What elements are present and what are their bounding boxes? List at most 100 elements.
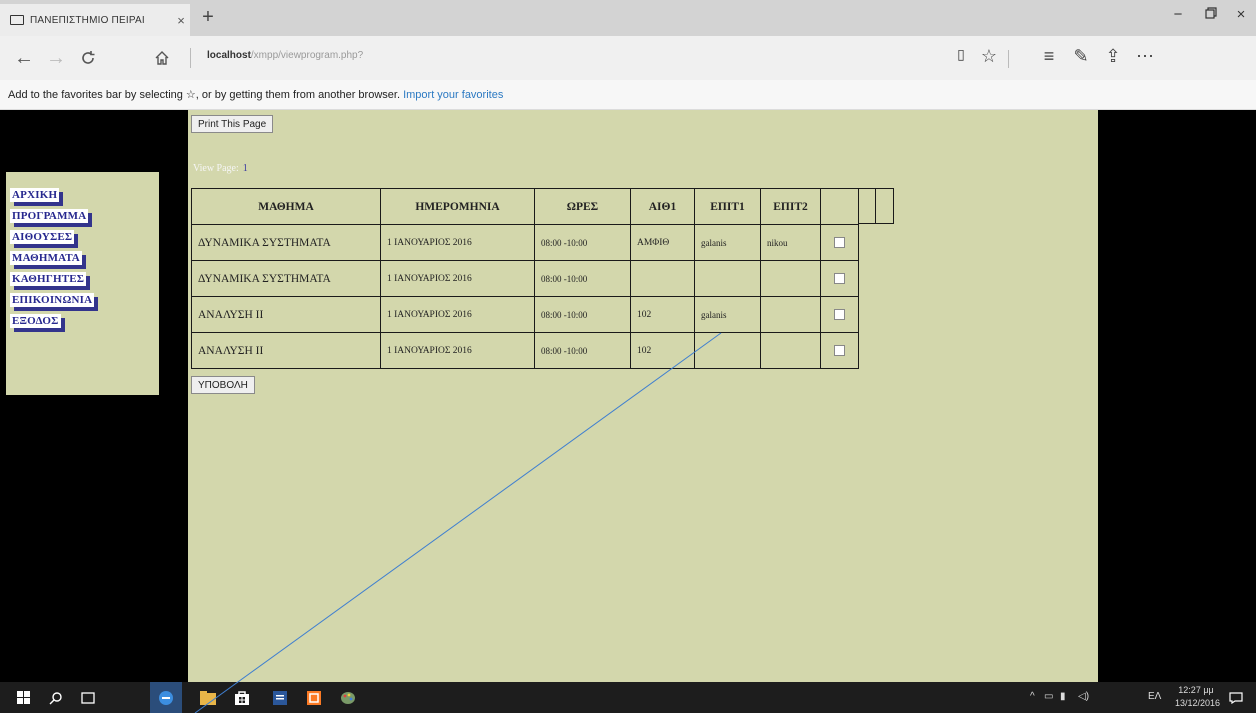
import-favorites-link[interactable]: Import your favorites (403, 89, 503, 101)
favorite-star-icon[interactable]: ☆ (976, 46, 1002, 67)
cell-supervisor-2 (760, 260, 821, 297)
tab-close-icon[interactable]: × (172, 13, 190, 28)
restore-icon (1205, 7, 1217, 19)
maximize-button[interactable] (1196, 6, 1226, 23)
toolbar-divider (1008, 50, 1009, 68)
language-indicator[interactable]: ΕΛ (1148, 691, 1161, 702)
sidebar-item-exit[interactable]: ΕΞΟΔΟΣ (10, 314, 61, 328)
url-host: localhost (207, 50, 251, 61)
table-row: ΑΝΑΛΥΣΗ ΙΙ 1 ΙΑΝΟΥΑΡΙΟΣ 2016 08:00 -10:0… (191, 296, 859, 333)
tab-bar: ΠΑΝΕΠΙΣΤΗΜΙΟ ΠΕΙΡΑΙ × + − × (0, 0, 1256, 36)
store-icon[interactable] (226, 682, 258, 713)
cell-course: ΔΥΝΑΜΙΚΑ ΣΥΣΤΗΜΑΤΑ (191, 260, 381, 297)
cell-select (820, 260, 859, 297)
cell-supervisor-1 (694, 260, 761, 297)
cell-supervisor-1: galanis (694, 296, 761, 333)
url-path: /xmpp/viewprogram.php? (250, 50, 364, 61)
network-icon[interactable]: ▭ (1044, 691, 1053, 702)
cell-supervisor-1: galanis (694, 224, 761, 261)
cell-room: ΑΜΦΙΘ (630, 224, 695, 261)
cell-hours: 08:00 -10:00 (534, 296, 631, 333)
cell-hours: 08:00 -10:00 (534, 332, 631, 369)
header-room: ΑΙΘ1 (630, 188, 695, 225)
clock-time: 12:27 μμ (1178, 685, 1214, 695)
cell-room: 102 (630, 332, 695, 369)
word-app-icon[interactable] (264, 682, 296, 713)
row-checkbox[interactable] (834, 237, 845, 249)
sidebar-item-courses[interactable]: ΜΑΘΗΜΑΤΑ (10, 251, 82, 265)
table-row: ΔΥΝΑΜΙΚΑ ΣΥΣΤΗΜΑΤΑ 1 ΙΑΝΟΥΑΡΙΟΣ 2016 08:… (191, 224, 859, 261)
cell-room (630, 260, 695, 297)
sidebar-item-contact[interactable]: ΕΠΙΚΟΙΝΩΝΙΑ (10, 293, 95, 307)
sidebar-item-rooms[interactable]: ΑΙΘΟΥΣΕΣ (10, 230, 75, 244)
web-page: ΑΡΧΙΚΗ ΠΡΟΓΡΑΜΜΑ ΑΙΘΟΥΣΕΣ ΜΑΘΗΜΑΤΑ ΚΑΘΗΓ… (0, 110, 1256, 682)
cell-supervisor-2 (760, 332, 821, 369)
table-row: ΑΝΑΛΥΣΗ ΙΙ 1 ΙΑΝΟΥΑΡΙΟΣ 2016 08:00 -10:0… (191, 332, 859, 369)
address-separator (190, 48, 191, 68)
cell-date: 1 ΙΑΝΟΥΑΡΙΟΣ 2016 (380, 296, 535, 333)
schedule-table: ΜΑΘΗΜΑ ΗΜΕΡΟΜΗΝΙΑ ΩΡΕΣ ΑΙΘ1 ΕΠΙΤ1 ΕΠΙΤ2 … (191, 188, 859, 369)
extra-header-cell (876, 188, 894, 224)
taskbar: ^ ▭ ▮ ◁) ΕΛ 12:27 μμ 13/12/2016 (0, 682, 1256, 713)
cell-course: ΑΝΑΛΥΣΗ ΙΙ (191, 296, 381, 333)
cell-hours: 08:00 -10:00 (534, 260, 631, 297)
clock-date: 13/12/2016 (1175, 698, 1221, 708)
address-bar[interactable]: localhost/xmpp/viewprogram.php? (207, 50, 363, 61)
cell-supervisor-2: nikou (760, 224, 821, 261)
header-hours: ΩΡΕΣ (534, 188, 631, 225)
volume-icon[interactable]: ◁) (1078, 691, 1089, 702)
edge-browser-icon[interactable] (150, 682, 182, 713)
row-checkbox[interactable] (834, 309, 845, 321)
refresh-icon[interactable] (74, 44, 102, 72)
sidebar-menu: ΑΡΧΙΚΗ ΠΡΟΓΡΑΜΜΑ ΑΙΘΟΥΣΕΣ ΜΑΘΗΜΑΤΑ ΚΑΘΗΓ… (6, 172, 159, 395)
cell-select (820, 332, 859, 369)
browser-tab[interactable]: ΠΑΝΕΠΙΣΤΗΜΙΟ ΠΕΙΡΑΙ × (0, 4, 190, 36)
cell-select (820, 224, 859, 261)
share-icon[interactable]: ⇪ (1100, 46, 1126, 67)
sidebar-item-home[interactable]: ΑΡΧΙΚΗ (10, 188, 60, 202)
favorites-hint: Add to the favorites bar by selecting ☆,… (8, 89, 401, 101)
favorites-bar: Add to the favorites bar by selecting ☆,… (0, 80, 1256, 110)
new-tab-button[interactable]: + (196, 6, 220, 29)
cell-course: ΑΝΑΛΥΣΗ ΙΙ (191, 332, 381, 369)
cell-date: 1 ΙΑΝΟΥΑΡΙΟΣ 2016 (380, 332, 535, 369)
reading-view-icon[interactable]: ▯ (948, 46, 974, 63)
xampp-icon[interactable] (298, 682, 330, 713)
table-header-row: ΜΑΘΗΜΑ ΗΜΕΡΟΜΗΝΙΑ ΩΡΕΣ ΑΙΘ1 ΕΠΙΤ1 ΕΠΙΤ2 (191, 188, 859, 225)
tab-title: ΠΑΝΕΠΙΣΤΗΜΙΟ ΠΕΙΡΑΙ (30, 14, 145, 26)
main-content: Print This Page View Page: 1 ΜΑΘΗΜΑ ΗΜΕΡΟ… (188, 110, 1098, 682)
cell-hours: 08:00 -10:00 (534, 224, 631, 261)
cell-supervisor-2 (760, 296, 821, 333)
header-course: ΜΑΘΗΜΑ (191, 188, 381, 225)
more-icon[interactable]: ⋯ (1132, 46, 1158, 67)
notifications-icon[interactable] (1220, 682, 1252, 713)
close-window-button[interactable]: × (1226, 6, 1256, 23)
file-explorer-icon[interactable] (192, 682, 224, 713)
back-arrow-icon[interactable]: ← (10, 44, 38, 72)
minimize-button[interactable]: − (1163, 6, 1193, 23)
print-page-button[interactable]: Print This Page (191, 115, 274, 133)
web-note-icon[interactable]: ✎ (1068, 46, 1094, 67)
cell-date: 1 ΙΑΝΟΥΑΡΙΟΣ 2016 (380, 224, 535, 261)
sidebar-item-professors[interactable]: ΚΑΘΗΓΗΤΕΣ (10, 272, 87, 286)
battery-icon[interactable]: ▮ (1060, 691, 1066, 702)
task-view-icon[interactable] (72, 682, 104, 713)
paint-app-icon[interactable] (332, 682, 364, 713)
row-checkbox[interactable] (834, 273, 845, 285)
forward-arrow-icon[interactable]: → (42, 44, 70, 72)
tray-chevron-icon[interactable]: ^ (1030, 691, 1035, 702)
start-icon[interactable] (8, 682, 40, 713)
navigation-bar: ← → localhost/xmpp/viewprogram.php? ▯ ☆ … (0, 36, 1256, 80)
cell-supervisor-1 (694, 332, 761, 369)
page-number-link[interactable]: 1 (243, 163, 248, 174)
sidebar-item-program[interactable]: ΠΡΟΓΡΑΜΜΑ (10, 209, 89, 223)
extra-header-cell (858, 188, 876, 224)
header-date: ΗΜΕΡΟΜΗΝΙΑ (380, 188, 535, 225)
hub-icon[interactable]: ≡ (1036, 46, 1062, 67)
system-clock[interactable]: 12:27 μμ 13/12/2016 (1175, 684, 1221, 710)
row-checkbox[interactable] (834, 345, 845, 357)
submit-button[interactable]: ΥΠΟΒΟΛΗ (191, 376, 255, 394)
cell-room: 102 (630, 296, 695, 333)
home-icon[interactable] (148, 44, 176, 72)
search-icon[interactable] (40, 682, 72, 713)
